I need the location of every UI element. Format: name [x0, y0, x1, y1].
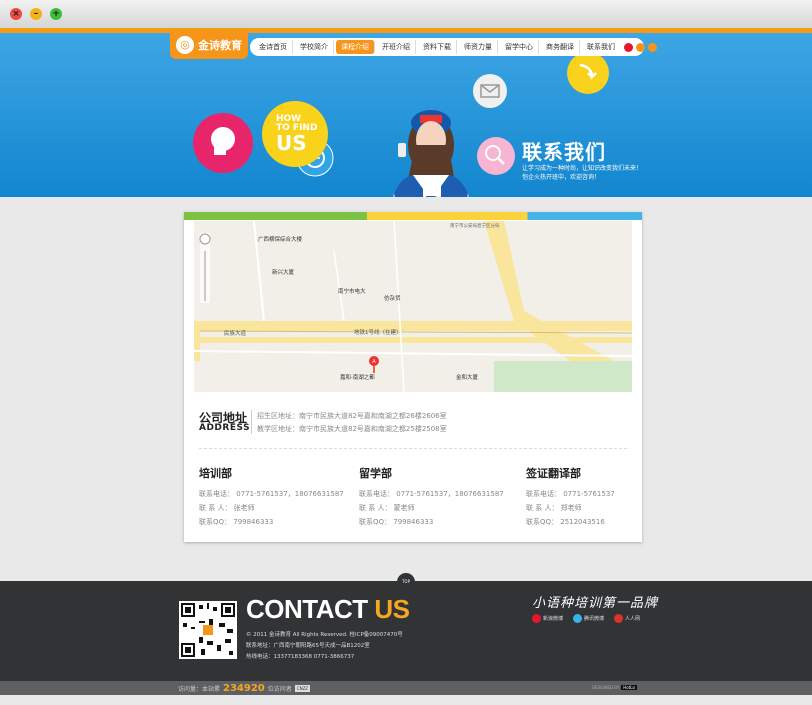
dept-qq: 联系QQ： 2512043516 [526, 518, 605, 526]
address-title-en: ADDRESS [199, 423, 251, 433]
section-divider [199, 448, 627, 449]
us-word: US [374, 594, 410, 624]
map-label-road2: 地铁1号线（在建） [354, 330, 402, 336]
page-title: 联系我们 [522, 140, 606, 164]
maximize-window-button[interactable]: + [50, 8, 62, 20]
dept-person: 联 系 人： 张老师 [199, 504, 255, 512]
footer-slogan: 小语种培训第一品牌 [532, 596, 659, 611]
nav-item-downloads[interactable]: 资料下载 [418, 40, 457, 54]
contact-word: CONTACT [246, 594, 368, 624]
visits-number: 234920 [223, 683, 265, 694]
dept-name: 签证翻译部 [526, 467, 581, 480]
dept-name: 培训部 [199, 467, 232, 480]
map-label-place5: 金和大厦 [456, 375, 479, 381]
model-photo: P [393, 110, 469, 197]
qr-code [179, 601, 237, 659]
minimize-window-button[interactable]: – [30, 8, 42, 20]
back-to-top-button[interactable]: TOP [397, 573, 415, 587]
contact-us-heading: CONTACT US [246, 594, 410, 625]
designer-logo[interactable]: HotLo [621, 685, 637, 690]
footer-hotline: 热线电话：13377183368 0771-3866737 [246, 654, 355, 660]
hero-banner: HOW TO FIND US P 联系我们 让学习成为一种时尚，让知识改变我们未… [0, 33, 812, 197]
dept-person: 联 系 人： 郑老师 [526, 504, 582, 512]
dept-phone: 联系电话： 0771-5761537 [526, 490, 615, 498]
visits-label: 访问量：本站累 [178, 686, 221, 693]
qq-weibo-icon[interactable] [636, 42, 645, 52]
map-label-place4: 嘉和·南湖之都 [340, 375, 375, 381]
weibo-icon[interactable] [624, 42, 633, 52]
nav-item-translation[interactable]: 商务翻译 [541, 40, 580, 54]
visits-suffix: 位访问者 [267, 686, 292, 693]
address-line-2: 教学区地址：南宁市民族大道82号嘉和南湖之都25楼2508室 [257, 425, 447, 433]
copyright-text: © 2011 金诗教育 All Rights Reserved. 桂ICP备09… [246, 632, 403, 638]
message-icon[interactable] [648, 42, 657, 52]
address-divider [251, 410, 252, 434]
address-line-1: 招生区地址：南宁市民族大道82号嘉和南湖之都26楼2606室 [257, 412, 447, 420]
tencent-weibo-icon [573, 614, 583, 623]
visit-counter: 访问量：本站累 234920 位访问者 CNZZ [178, 683, 311, 694]
nav-item-about[interactable]: 学校简介 [295, 40, 334, 54]
tencent-weibo-link[interactable]: 腾讯微博 [573, 614, 604, 623]
tencent-weibo-label: 腾讯微博 [584, 616, 605, 622]
sina-weibo-label: 新浪微博 [543, 616, 564, 622]
counter-badge[interactable]: CNZZ [294, 685, 311, 692]
dept-phone: 联系电话： 0771-5761537，18076631587 [359, 490, 504, 498]
dept-qq: 联系QQ： 799846333 [359, 518, 434, 526]
location-map[interactable]: A 民族大道 地铁1号线（在建） 广西横保综合大楼 新兴大厦 南宁市电大 嘉和·… [194, 221, 632, 392]
footer-address: 联系地址：广西南宁朝阳路65号天成一品B1202室 [246, 643, 370, 649]
sina-weibo-link[interactable]: 新浪微博 [532, 614, 563, 623]
footer-bottom-bar [0, 681, 812, 695]
designer-credit: DESIGNED BY HotLo [592, 685, 637, 690]
dept-qq: 联系QQ： 799846333 [199, 518, 274, 526]
logo-icon: ◎ [176, 36, 194, 54]
map-label-place6: 仿杂货 [384, 296, 401, 302]
nav-item-courses[interactable]: 课程介绍 [336, 40, 375, 54]
close-window-button[interactable]: × [10, 8, 22, 20]
nav-item-home[interactable]: 金诗首页 [254, 40, 293, 54]
sina-weibo-icon [532, 614, 541, 623]
social-links [624, 42, 657, 52]
hero-subtitle-2: 恺企火热开班中，欢迎咨询！ [522, 174, 601, 181]
contact-card: A 民族大道 地铁1号线（在建） 广西横保综合大楼 新兴大厦 南宁市电大 嘉和·… [184, 212, 642, 542]
renren-icon [614, 614, 624, 623]
nav-item-teachers[interactable]: 师资力量 [459, 40, 498, 54]
map-label-road1: 民族大道 [224, 331, 247, 337]
card-color-stripe [184, 212, 642, 220]
renren-label: 人人网 [625, 616, 641, 622]
designed-by-label: DESIGNED BY [592, 685, 620, 690]
svg-text:P: P [425, 193, 439, 197]
footer-brand-links: 新浪微博 腾讯微博 人人网 [532, 614, 640, 623]
renren-link[interactable]: 人人网 [614, 614, 640, 623]
site-logo[interactable]: ◎ 金诗教育 [170, 31, 248, 59]
nav-item-study-abroad[interactable]: 留学中心 [500, 40, 539, 54]
dept-visa-translation: 签证翻译部 联系电话： 0771-5761537 联 系 人： 郑老师 联系QQ… [526, 465, 666, 531]
map-label-place1: 广西横保综合大楼 [258, 237, 303, 243]
dept-training: 培训部 联系电话： 0771-5761537，18076631587 联 系 人… [199, 465, 344, 531]
logo-text: 金诗教育 [198, 39, 242, 52]
map-label-place3: 南宁市电大 [338, 289, 366, 295]
dept-name: 留学部 [359, 467, 392, 480]
map-label-place7: 南宁市公安局邕宁区分局 [450, 224, 500, 229]
dept-study-abroad: 留学部 联系电话： 0771-5761537，18076631587 联 系 人… [359, 465, 504, 531]
nav-item-contact[interactable]: 联系我们 [582, 40, 620, 54]
us-label: US [276, 131, 307, 155]
svg-text:A: A [372, 359, 376, 365]
how-to-find-us-badge: HOW TO FIND US [262, 101, 328, 167]
nav-item-classes[interactable]: 开班介绍 [377, 40, 416, 54]
map-label-place2: 新兴大厦 [272, 270, 295, 276]
dept-person: 联 系 人： 蒙老师 [359, 504, 415, 512]
main-nav: 金诗首页 学校简介 课程介绍 开班介绍 资料下载 师资力量 留学中心 商务翻译 … [250, 38, 657, 56]
window-titlebar: × – + [0, 0, 812, 29]
hero-subtitle-1: 让学习成为一种时尚，让知识改变我们未来！ [522, 165, 643, 172]
dept-phone: 联系电话： 0771-5761537，18076631587 [199, 490, 344, 498]
